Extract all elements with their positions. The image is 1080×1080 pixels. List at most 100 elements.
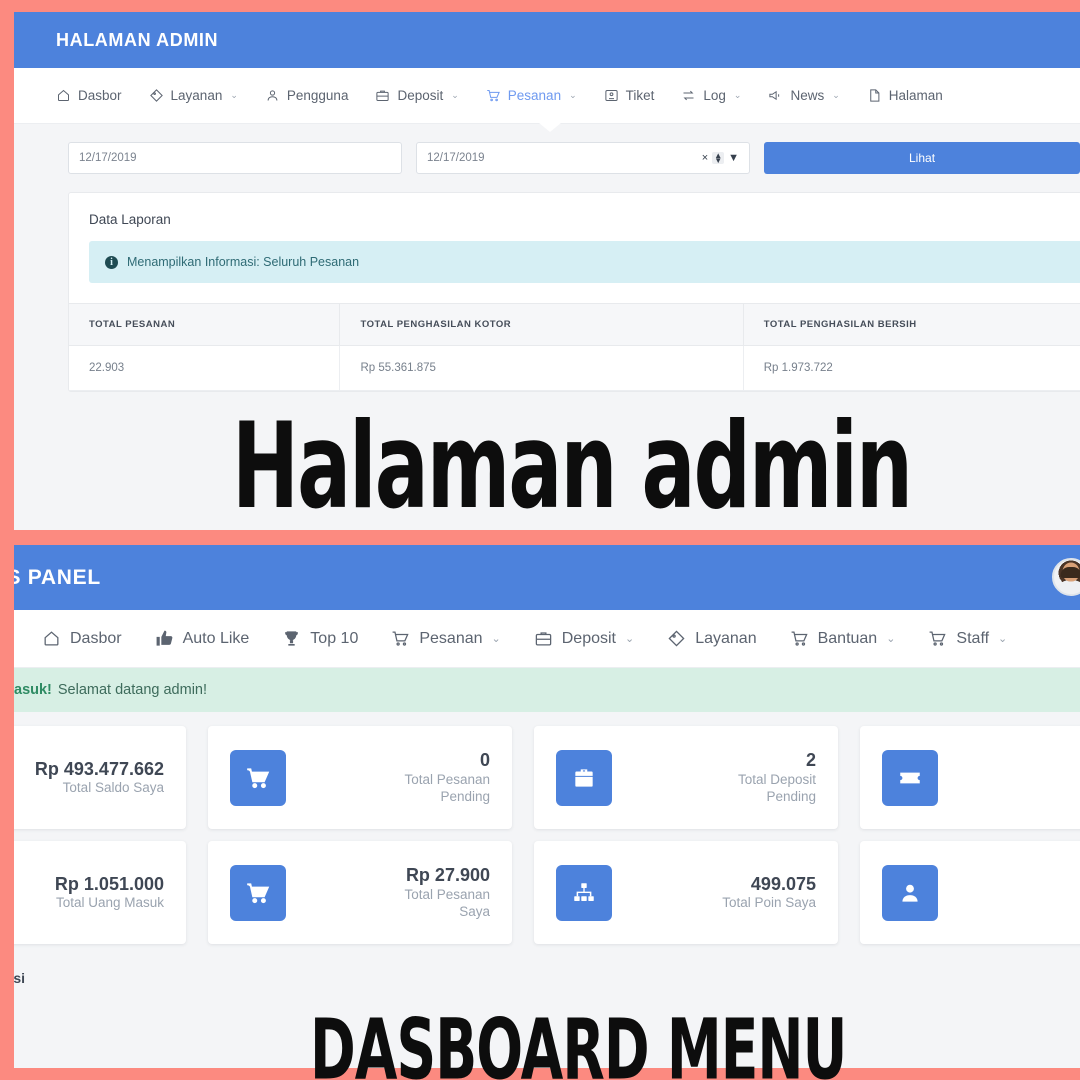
cart-icon xyxy=(230,749,286,806)
welcome-text: Selamat datang admin! xyxy=(57,682,208,698)
report-filter-bar: 12/17/2019 12/17/2019 × ▲ ▼ ▼ Lihat xyxy=(14,142,1080,174)
nav-label: Layanan xyxy=(170,88,223,103)
stat-label: Total Uang Masuk xyxy=(55,895,164,911)
file-icon xyxy=(867,88,882,103)
stat-value: 2 xyxy=(805,750,816,771)
nav-item-deposit[interactable]: Deposit ⌄ xyxy=(375,88,459,103)
date-to-input[interactable]: 12/17/2019 × ▲ ▼ ▼ xyxy=(416,142,751,174)
column-header-penghasilan-kotor: TOTAL PENGHASILAN KOTOR xyxy=(339,303,744,346)
stat-text: Rp 1.051.000 Total Uang Masuk xyxy=(55,873,164,912)
date-from-value: 12/17/2019 xyxy=(79,152,137,164)
stat-card-uang-masuk[interactable]: Rp 1.051.000 Total Uang Masuk xyxy=(14,841,186,944)
panel2-header: IS PANEL xyxy=(14,545,1080,610)
exchange-icon xyxy=(681,88,696,103)
chevron-down-icon: ⌄ xyxy=(886,633,896,645)
date-from-input[interactable]: 12/17/2019 xyxy=(68,142,403,174)
nav-item-log[interactable]: Log ⌄ xyxy=(681,88,741,103)
stat-value: Rp 27.900 xyxy=(405,865,490,886)
nav-label: Pesanan xyxy=(507,88,562,103)
nav2-label: Bantuan xyxy=(817,629,878,647)
column-header-total-pesanan: TOTAL PESANAN xyxy=(69,303,341,346)
chevron-down-icon: ⌄ xyxy=(230,90,238,100)
nav2-item-auto-like[interactable]: Auto Like xyxy=(155,629,250,648)
spin-down-icon[interactable]: ▼ xyxy=(714,157,722,165)
annotation-bottom-caption: DASBOARD MENU xyxy=(310,1000,847,1080)
clear-icon[interactable]: × xyxy=(702,152,708,164)
chevron-down-icon: ⌄ xyxy=(733,90,742,100)
stat-value: 0 xyxy=(479,750,490,771)
chevron-down-icon: ⌄ xyxy=(491,633,501,645)
ticket-icon xyxy=(882,749,938,806)
lihat-button[interactable]: Lihat xyxy=(764,142,1080,174)
nav-item-tiket[interactable]: Tiket xyxy=(604,88,655,103)
date-to-value: 12/17/2019 xyxy=(427,152,485,164)
nav2-label: Auto Like xyxy=(182,629,250,647)
ticket-icon xyxy=(604,88,619,103)
active-nav-pointer xyxy=(539,123,561,132)
stat-value: Rp 493.477.662 xyxy=(34,758,164,779)
nav-item-pesanan[interactable]: Pesanan ⌄ xyxy=(486,88,577,103)
nav-label: News xyxy=(790,88,825,103)
stat-card-pesanan-pending[interactable]: 0 Total Pesanan Pending xyxy=(208,726,512,829)
nav2-item-deposit[interactable]: Deposit ⌄ xyxy=(534,629,634,648)
user-icon xyxy=(265,88,280,103)
stat-label: Total Poin Saya xyxy=(722,895,816,911)
stat-cards-container: Rp 493.477.662 Total Saldo Saya 0 Total … xyxy=(14,712,1080,986)
nav-item-pengguna[interactable]: Pengguna xyxy=(265,88,348,103)
panel2-navbar: Dasbor Auto Like Top 10 Pesanan ⌄ Deposi… xyxy=(14,610,1080,668)
nav2-item-layanan[interactable]: Layanan xyxy=(667,629,757,648)
nav2-item-dasbor[interactable]: Dasbor xyxy=(42,629,122,648)
cell-penghasilan-bersih: Rp 1.973.722 xyxy=(743,345,1080,391)
info-alert: i Menampilkan Informasi: Seluruh Pesanan xyxy=(89,241,1080,283)
nav-label: Tiket xyxy=(625,88,655,103)
stat-card-tiket[interactable] xyxy=(860,726,1080,829)
nav-item-dasbor[interactable]: Dasbor xyxy=(56,88,122,103)
stat-card-pengguna[interactable] xyxy=(860,841,1080,944)
info-alert-text: Menampilkan Informasi: Seluruh Pesanan xyxy=(127,255,360,269)
thumbs-up-icon xyxy=(155,629,174,648)
nav-item-halaman[interactable]: Halaman xyxy=(867,88,943,103)
chevron-down-icon[interactable]: ▼ xyxy=(728,152,739,164)
stat-card-deposit-pending[interactable]: 2 Total Deposit Pending xyxy=(534,726,838,829)
stat-cards-row-1: Rp 493.477.662 Total Saldo Saya 0 Total … xyxy=(14,726,1080,829)
info-icon: i xyxy=(105,255,118,269)
nav2-label: Deposit xyxy=(561,629,616,647)
stat-card-poin-saya[interactable]: 499.075 Total Poin Saya xyxy=(534,841,838,944)
nav2-label: Layanan xyxy=(695,629,757,647)
cart-icon xyxy=(928,629,947,648)
chevron-down-icon: ⌄ xyxy=(624,633,635,645)
nav2-item-pesanan[interactable]: Pesanan ⌄ xyxy=(391,629,501,648)
stat-value: Rp 1.051.000 xyxy=(54,873,164,894)
nav2-item-staff[interactable]: Staff ⌄ xyxy=(928,629,1007,648)
stat-card-total-saldo[interactable]: Rp 493.477.662 Total Saldo Saya xyxy=(14,726,186,829)
nav-label: Log xyxy=(703,88,726,103)
cart-icon xyxy=(230,864,286,921)
panel1-navbar: Dasbor Layanan ⌄ Pengguna Deposit ⌄ Pesa… xyxy=(14,68,1080,132)
panel2-title: IS PANEL xyxy=(14,565,101,589)
column-header-penghasilan-bersih: TOTAL PENGHASILAN BERSIH xyxy=(743,303,1080,346)
report-table: TOTAL PESANAN TOTAL PENGHASILAN KOTOR TO… xyxy=(69,303,1080,391)
avatar[interactable] xyxy=(1052,558,1080,596)
nav-label: Dasbor xyxy=(78,88,122,103)
nav2-item-top-10[interactable]: Top 10 xyxy=(282,629,358,648)
stat-cards-row-2: Rp 1.051.000 Total Uang Masuk Rp 27.900 … xyxy=(14,841,1080,944)
nav-item-news[interactable]: News ⌄ xyxy=(768,88,840,103)
table-header-row: TOTAL PESANAN TOTAL PENGHASILAN KOTOR TO… xyxy=(69,303,1080,346)
stat-text: Rp 27.900 Total Pesanan Saya xyxy=(370,864,490,920)
nav2-label: Dasbor xyxy=(70,629,122,647)
nav-item-layanan[interactable]: Layanan ⌄ xyxy=(149,88,238,103)
stat-value: 499.075 xyxy=(750,873,816,894)
report-card: Data Laporan i Menampilkan Informasi: Se… xyxy=(68,192,1080,392)
chevron-down-icon: ⌄ xyxy=(832,90,840,100)
tag-icon xyxy=(667,629,686,648)
stat-card-pesanan-saya[interactable]: Rp 27.900 Total Pesanan Saya xyxy=(208,841,512,944)
stat-text: 2 Total Deposit Pending xyxy=(696,749,816,805)
stat-text: 0 Total Pesanan Pending xyxy=(370,749,490,805)
spinner-icon[interactable]: ▲ ▼ xyxy=(712,152,725,165)
dashboard-panel-screenshot: IS PANEL Dasbor Auto Like Top 10 xyxy=(14,545,1080,1068)
nav2-item-bantuan[interactable]: Bantuan ⌄ xyxy=(790,629,896,648)
nav-label: Halaman xyxy=(888,88,943,103)
stat-label: Total Saldo Saya xyxy=(62,780,164,796)
date-to-controls[interactable]: × ▲ ▼ ▼ xyxy=(702,152,739,165)
stat-label: Total Deposit Pending xyxy=(737,771,816,804)
